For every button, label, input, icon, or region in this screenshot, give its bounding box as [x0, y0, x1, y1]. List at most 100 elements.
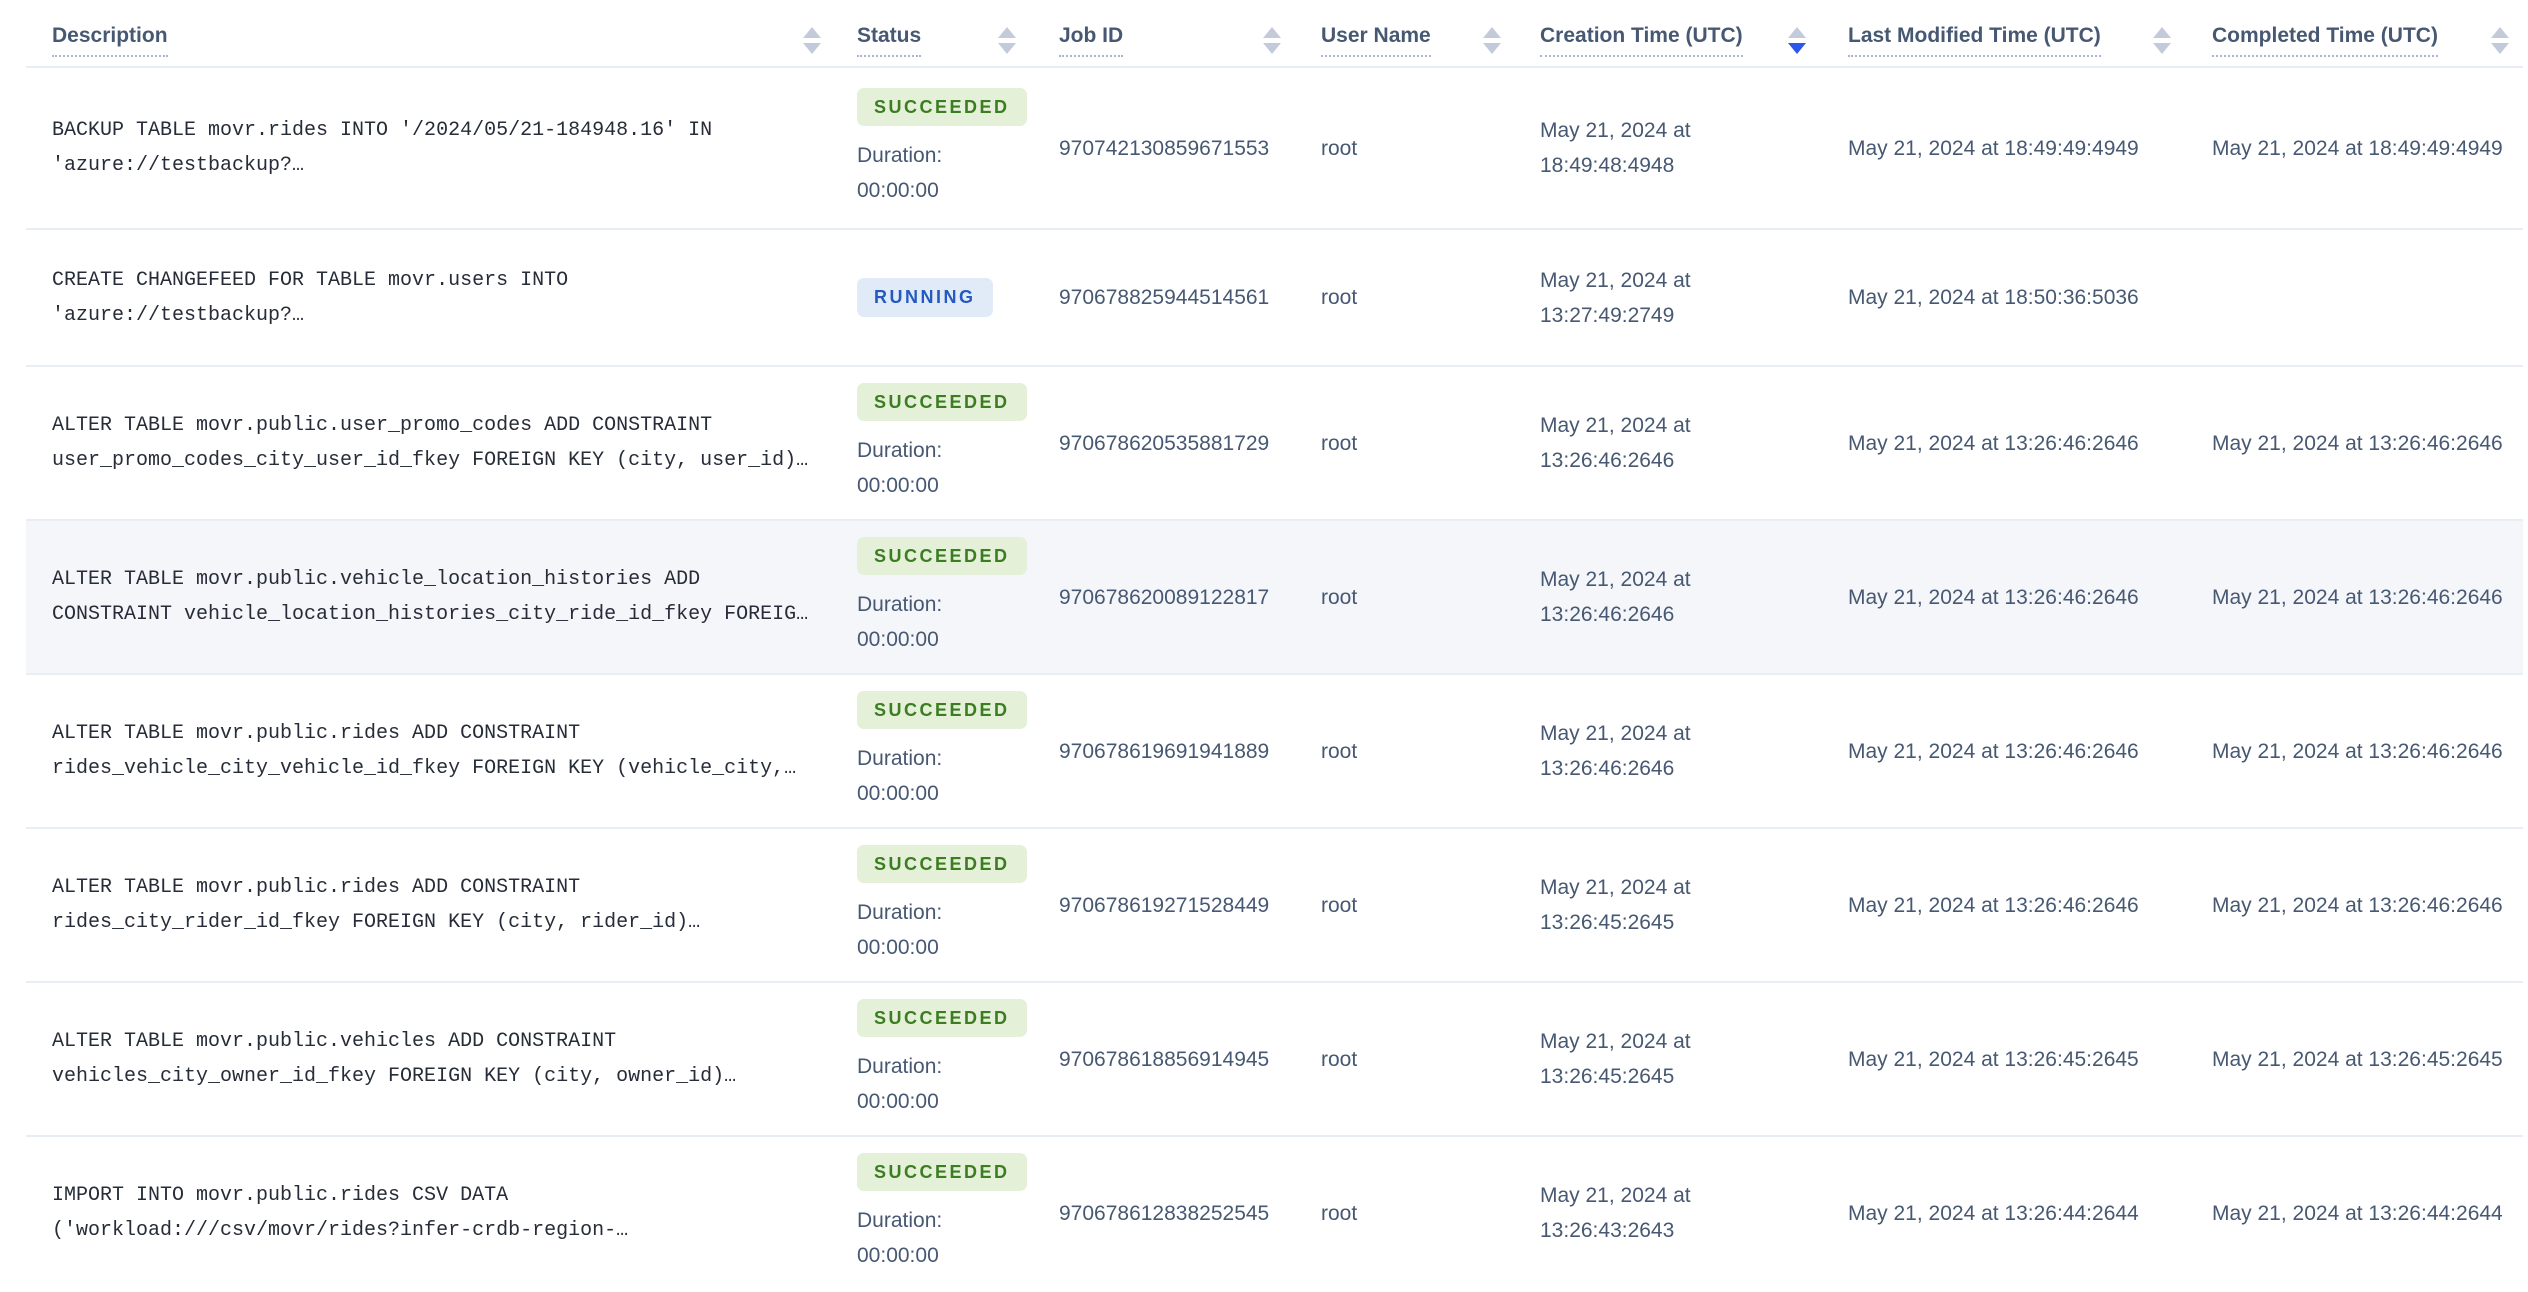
column-label: Description: [52, 24, 168, 57]
duration-label: Duration:: [857, 747, 943, 771]
description-cell[interactable]: ALTER TABLE movr.public.user_promo_codes…: [26, 408, 835, 478]
duration-label: Duration:: [857, 1055, 943, 1079]
status-badge: SUCCEEDED: [857, 844, 1027, 884]
column-label: Job ID: [1059, 24, 1124, 57]
sort-icon: [2491, 27, 2509, 54]
duration-label: Duration:: [857, 901, 943, 925]
last-modified-time-cell: May 21, 2024 at 18:49:49:4949: [1848, 136, 2139, 160]
sort-icon: [2153, 27, 2171, 54]
sort-icon: [803, 27, 821, 54]
description-cell[interactable]: ALTER TABLE movr.public.vehicles ADD CON…: [26, 1024, 835, 1094]
creation-time-cell: May 21, 2024 at 13:27:49:2749: [1540, 268, 1691, 327]
user-name-cell: root: [1321, 1047, 1358, 1071]
user-name-cell: root: [1321, 286, 1358, 309]
status-cell: SUCCEEDED Duration: 00:00:00: [835, 87, 1030, 209]
column-header-user-name[interactable]: User Name: [1295, 24, 1515, 57]
duration-label: Duration:: [857, 439, 943, 463]
jobs-table: Description Status Job ID User Name Crea…: [26, 0, 2523, 1289]
status-cell: SUCCEEDED Duration: 00:00:00: [835, 536, 1030, 658]
creation-time-cell: May 21, 2024 at 13:26:43:2643: [1540, 1184, 1691, 1242]
job-id-cell: 970678618856914945: [1059, 1047, 1270, 1071]
column-header-last-modified-time[interactable]: Last Modified Time (UTC): [1820, 24, 2185, 57]
user-name-cell: root: [1321, 893, 1358, 917]
job-id-cell: 970678619271528449: [1059, 893, 1270, 917]
status-cell: SUCCEEDED Duration: 00:00:00: [835, 382, 1030, 504]
completed-time-cell: May 21, 2024 at 13:26:46:2646: [2212, 585, 2503, 609]
status-cell: SUCCEEDED Duration: 00:00:00: [835, 844, 1030, 966]
status-cell: SUCCEEDED Duration: 00:00:00: [835, 998, 1030, 1120]
user-name-cell: root: [1321, 431, 1358, 455]
completed-time-cell: May 21, 2024 at 13:26:45:2645: [2212, 1047, 2503, 1071]
job-id-cell: 970678620535881729: [1059, 431, 1270, 455]
duration-value: 00:00:00: [857, 782, 939, 806]
creation-time-cell: May 21, 2024 at 18:49:48:4948: [1540, 119, 1691, 177]
status-cell: RUNNING: [835, 278, 1030, 317]
column-header-job-id[interactable]: Job ID: [1030, 24, 1295, 57]
job-id-cell: 970742130859671553: [1059, 136, 1270, 160]
duration-value: 00:00:00: [857, 628, 939, 652]
last-modified-time-cell: May 21, 2024 at 13:26:46:2646: [1848, 739, 2139, 763]
status-badge: SUCCEEDED: [857, 690, 1027, 730]
column-header-creation-time[interactable]: Creation Time (UTC): [1515, 24, 1820, 57]
sort-icon-active-desc: [1788, 27, 1806, 54]
status-badge: SUCCEEDED: [857, 1152, 1027, 1192]
job-id-cell: 970678620089122817: [1059, 585, 1270, 609]
user-name-cell: root: [1321, 739, 1358, 763]
status-badge: RUNNING: [857, 278, 993, 317]
status-cell: SUCCEEDED Duration: 00:00:00: [835, 1152, 1030, 1274]
completed-time-cell: May 21, 2024 at 13:26:44:2644: [2212, 1201, 2503, 1225]
sort-icon: [1483, 27, 1501, 54]
table-row[interactable]: IMPORT INTO movr.public.rides CSV DATA (…: [26, 1135, 2523, 1289]
last-modified-time-cell: May 21, 2024 at 13:26:46:2646: [1848, 585, 2139, 609]
status-badge: SUCCEEDED: [857, 998, 1027, 1038]
description-cell[interactable]: ALTER TABLE movr.public.vehicle_location…: [26, 562, 835, 632]
table-row[interactable]: ALTER TABLE movr.public.user_promo_codes…: [26, 365, 2523, 519]
creation-time-cell: May 21, 2024 at 13:26:45:2645: [1540, 1030, 1691, 1088]
status-badge: SUCCEEDED: [857, 382, 1027, 422]
completed-time-cell: May 21, 2024 at 18:49:49:4949: [2212, 136, 2503, 160]
duration-value: 00:00:00: [857, 1090, 939, 1114]
job-id-cell: 970678612838252545: [1059, 1201, 1270, 1225]
column-label: Status: [857, 24, 922, 57]
duration-value: 00:00:00: [857, 936, 939, 960]
description-cell[interactable]: ALTER TABLE movr.public.rides ADD CONSTR…: [26, 716, 835, 786]
table-row[interactable]: ALTER TABLE movr.public.rides ADD CONSTR…: [26, 673, 2523, 827]
table-row[interactable]: ALTER TABLE movr.public.vehicles ADD CON…: [26, 981, 2523, 1135]
creation-time-cell: May 21, 2024 at 13:26:46:2646: [1540, 414, 1691, 472]
duration-label: Duration:: [857, 593, 943, 617]
status-badge: SUCCEEDED: [857, 536, 1027, 576]
creation-time-cell: May 21, 2024 at 13:26:46:2646: [1540, 722, 1691, 780]
creation-time-cell: May 21, 2024 at 13:26:45:2645: [1540, 876, 1691, 934]
column-label: Creation Time (UTC): [1540, 24, 1743, 57]
table-header: Description Status Job ID User Name Crea…: [26, 0, 2523, 68]
sort-icon: [998, 27, 1016, 54]
column-header-description[interactable]: Description: [26, 24, 835, 57]
description-cell[interactable]: CREATE CHANGEFEED FOR TABLE movr.users I…: [26, 263, 835, 333]
column-header-completed-time[interactable]: Completed Time (UTC): [2185, 24, 2523, 57]
column-label: User Name: [1321, 24, 1431, 57]
last-modified-time-cell: May 21, 2024 at 18:50:36:5036: [1848, 286, 2139, 309]
user-name-cell: root: [1321, 136, 1358, 160]
completed-time-cell: May 21, 2024 at 13:26:46:2646: [2212, 739, 2503, 763]
last-modified-time-cell: May 21, 2024 at 13:26:46:2646: [1848, 893, 2139, 917]
status-badge: SUCCEEDED: [857, 87, 1027, 127]
job-id-cell: 970678825944514561: [1059, 286, 1270, 309]
sort-icon: [1263, 27, 1281, 54]
status-cell: SUCCEEDED Duration: 00:00:00: [835, 690, 1030, 812]
completed-time-cell: May 21, 2024 at 13:26:46:2646: [2212, 431, 2503, 455]
column-header-status[interactable]: Status: [835, 24, 1030, 57]
duration-label: Duration:: [857, 1209, 943, 1233]
description-cell[interactable]: BACKUP TABLE movr.rides INTO '/2024/05/2…: [26, 113, 835, 183]
table-row[interactable]: CREATE CHANGEFEED FOR TABLE movr.users I…: [26, 228, 2523, 365]
table-row[interactable]: ALTER TABLE movr.public.vehicle_location…: [26, 519, 2523, 673]
job-id-cell: 970678619691941889: [1059, 739, 1270, 763]
last-modified-time-cell: May 21, 2024 at 13:26:44:2644: [1848, 1201, 2139, 1225]
description-cell[interactable]: ALTER TABLE movr.public.rides ADD CONSTR…: [26, 870, 835, 940]
user-name-cell: root: [1321, 1201, 1358, 1225]
creation-time-cell: May 21, 2024 at 13:26:46:2646: [1540, 568, 1691, 626]
table-row[interactable]: ALTER TABLE movr.public.rides ADD CONSTR…: [26, 827, 2523, 981]
description-cell[interactable]: IMPORT INTO movr.public.rides CSV DATA (…: [26, 1178, 835, 1248]
table-row[interactable]: BACKUP TABLE movr.rides INTO '/2024/05/2…: [26, 68, 2523, 228]
column-label: Completed Time (UTC): [2212, 24, 2438, 57]
user-name-cell: root: [1321, 585, 1358, 609]
